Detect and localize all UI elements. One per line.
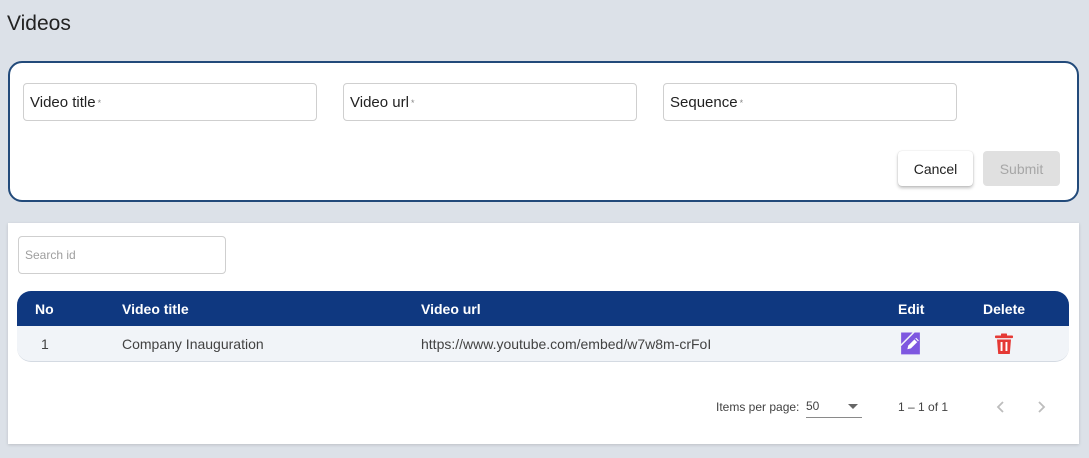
cell-video-url: https://www.youtube.com/embed/w7w8m-crFo… [421,335,712,352]
required-mark: * [97,98,102,108]
submit-button[interactable]: Submit [983,151,1060,186]
video-url-label: Video url [350,93,409,111]
table-header: No Video title Video url Edit Delete [17,291,1069,326]
video-title-label: Video title [30,93,96,111]
video-title-field[interactable]: Video title * [23,83,317,121]
column-header-video-title[interactable]: Video title [122,301,189,317]
items-per-page-label: Items per page: [716,400,800,414]
video-form: Video title * Video url * Sequence * Can… [8,61,1079,202]
table-row: 1 Company Inauguration https://www.youtu… [17,326,1069,362]
required-mark: * [410,98,415,108]
page-title: Videos [7,12,71,35]
search-input[interactable] [25,248,225,262]
sequence-label: Sequence [670,93,738,111]
sequence-field[interactable]: Sequence * [663,83,957,121]
page-size-value: 50 [806,398,820,413]
trash-icon[interactable] [994,333,1014,355]
cancel-button[interactable]: Cancel [898,151,973,186]
videos-table-card: No Video title Video url Edit Delete 1 C… [8,223,1079,444]
edit-icon[interactable] [898,331,923,356]
cell-video-title: Company Inauguration [122,335,264,352]
page-range-label: 1 – 1 of 1 [898,400,949,414]
cell-no: 1 [41,335,49,352]
video-url-field[interactable]: Video url * [343,83,637,121]
column-header-delete: Delete [983,300,1026,317]
chevron-right-icon[interactable] [1029,395,1053,419]
required-mark: * [739,98,744,108]
column-header-edit: Edit [898,300,925,317]
paginator: Items per page: 50 1 – 1 of 1 [8,387,1079,427]
chevron-left-icon[interactable] [989,395,1013,419]
search-field[interactable] [18,236,226,274]
column-header-no[interactable]: No [35,301,54,317]
page-size-select[interactable]: 50 [806,394,862,418]
column-header-video-url[interactable]: Video url [421,301,481,317]
dropdown-arrow-icon [848,404,858,409]
